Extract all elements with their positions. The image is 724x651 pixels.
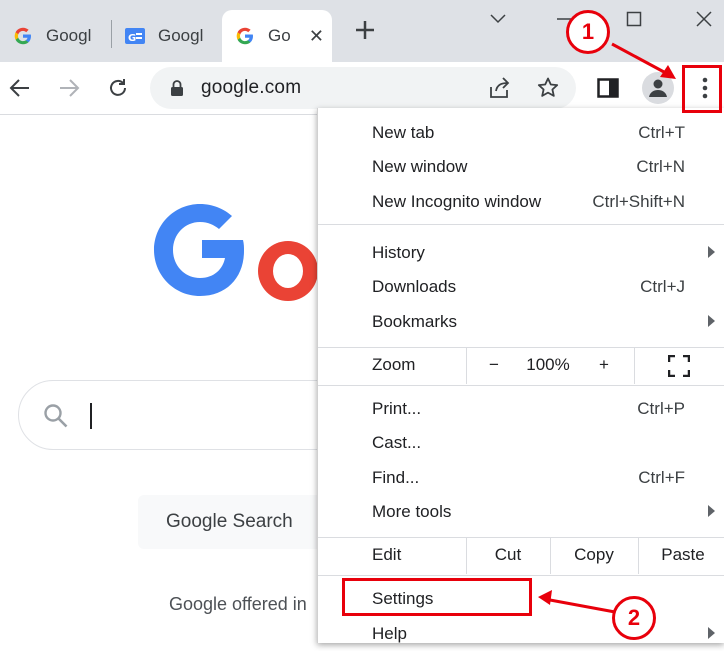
arrow-head-step2 xyxy=(538,590,552,605)
step-2-badge: 2 xyxy=(612,596,656,640)
annotation-arrows xyxy=(538,42,676,614)
step-1-badge: 1 xyxy=(566,10,610,54)
arrow-step1 xyxy=(611,42,665,74)
arrow-step2 xyxy=(549,598,616,614)
